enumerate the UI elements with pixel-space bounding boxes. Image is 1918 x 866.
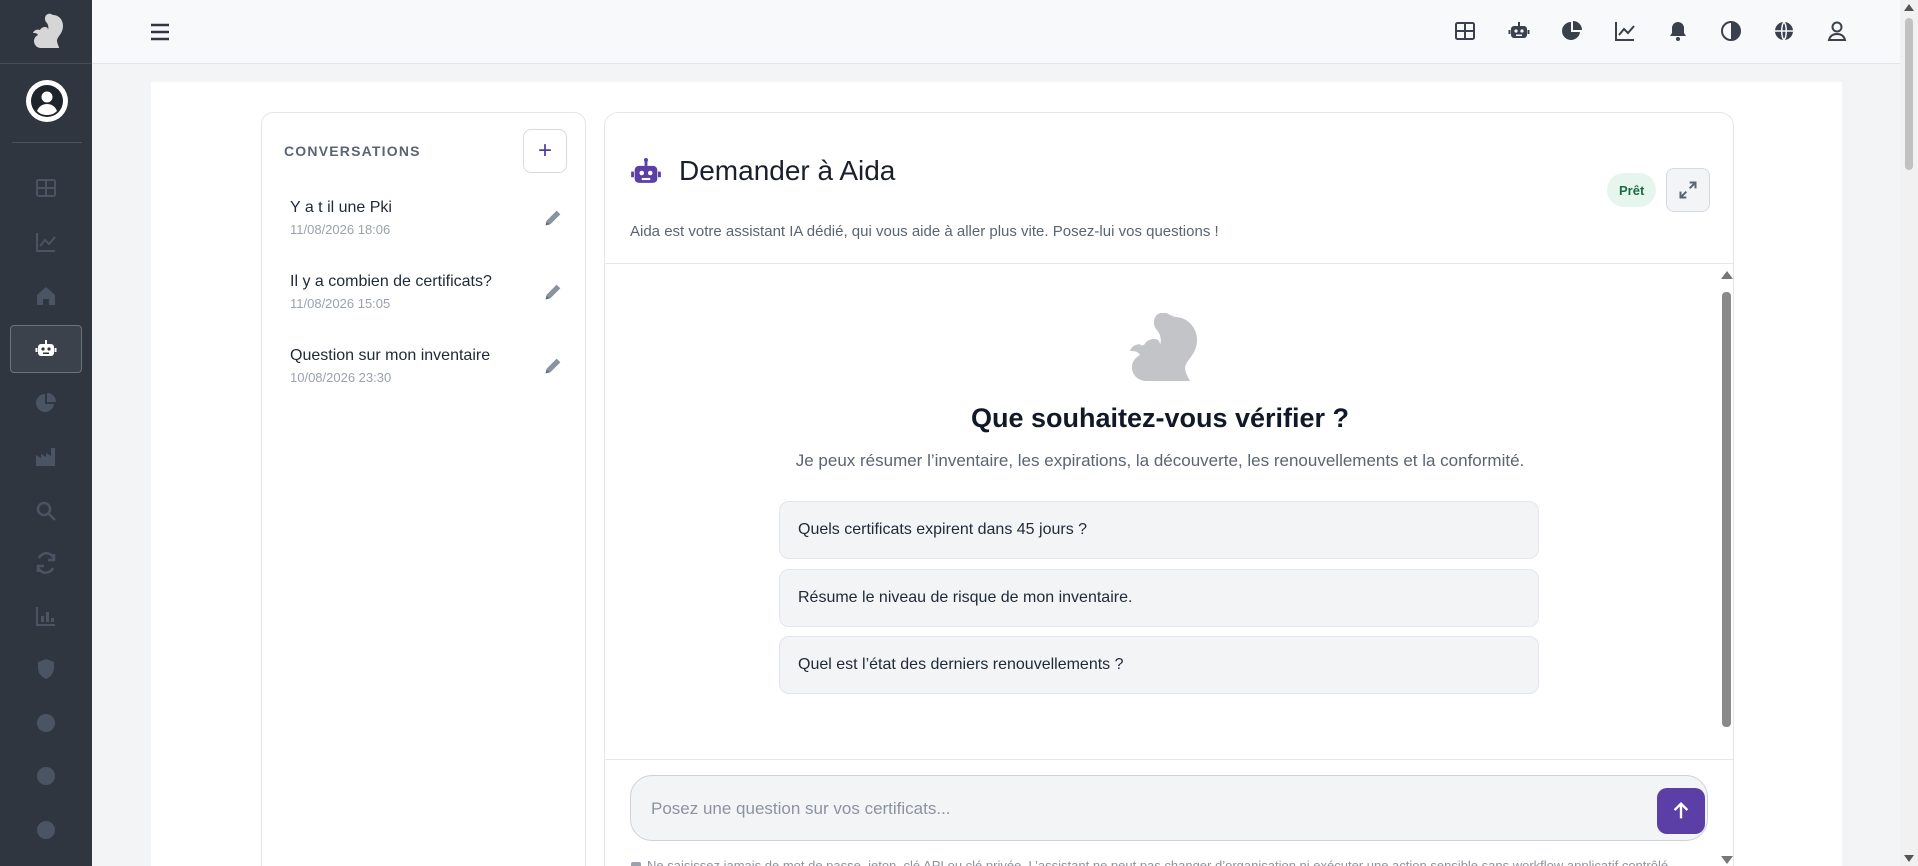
robot-icon: [629, 156, 663, 190]
circle-icon: [37, 821, 55, 839]
conversation-date: 10/08/2026 23:30: [290, 370, 392, 385]
topbar-assistant-button[interactable]: [1505, 17, 1533, 45]
sidebar-item-dashboard[interactable]: [10, 164, 82, 212]
hamburger-menu-icon[interactable]: [148, 20, 172, 44]
squirrel-logo-icon[interactable]: [26, 10, 68, 52]
topbar-reports-button[interactable]: [1558, 17, 1586, 45]
scroll-down-icon[interactable]: [1721, 856, 1733, 864]
sidebar-item-sync[interactable]: [10, 539, 82, 587]
chat-title: Demander à Aida: [679, 155, 896, 186]
expand-button[interactable]: [1666, 168, 1710, 212]
trend-chart-icon: [1615, 22, 1635, 41]
conversation-date: 11/08/2026 15:05: [290, 296, 391, 311]
robot-icon: [35, 340, 57, 356]
chat-header-divider: [605, 263, 1733, 264]
shield-icon: [38, 659, 54, 679]
home-icon: [37, 287, 55, 305]
sidebar-item-home[interactable]: [10, 272, 82, 320]
pie-chart-icon: [1562, 21, 1582, 40]
circle-icon: [37, 767, 55, 785]
chat-input-box: [630, 775, 1708, 841]
search-icon: [36, 501, 56, 521]
sidebar-top-divider: [0, 63, 92, 64]
topbar-dashboard-button[interactable]: [1451, 17, 1479, 45]
send-button[interactable]: [1657, 788, 1705, 834]
scrollbar-thumb[interactable]: [1905, 18, 1913, 170]
input-divider: [605, 759, 1733, 760]
status-badge: Prêt: [1607, 173, 1657, 207]
robot-icon: [1508, 22, 1530, 38]
sidebar-item-reports[interactable]: [10, 379, 82, 427]
sidebar: [0, 0, 92, 866]
suggestion-button[interactable]: Résume le niveau de risque de mon invent…: [779, 569, 1539, 627]
chat-subtitle: Aida est votre assistant IA dédié, qui v…: [630, 223, 1219, 240]
trend-chart-icon: [36, 233, 56, 252]
topbar: [92, 0, 1900, 64]
avatar[interactable]: [26, 80, 68, 122]
dashboard-icon: [36, 179, 56, 197]
conversations-panel: CONVERSATIONS + Y a t il une Pki 11/08/2…: [261, 112, 586, 866]
page-scrollbar[interactable]: [1900, 0, 1918, 866]
bar-chart-icon: [36, 607, 55, 626]
conversations-title: CONVERSATIONS: [284, 143, 421, 159]
circle-icon: [37, 714, 55, 732]
conversation-item[interactable]: Y a t il une Pki 11/08/2026 18:06: [290, 199, 570, 259]
sidebar-item-statistics[interactable]: [10, 592, 82, 640]
edit-pencil-icon[interactable]: [542, 281, 564, 303]
globe-icon: [1775, 21, 1793, 41]
new-conversation-button[interactable]: +: [523, 129, 567, 173]
sync-icon: [36, 552, 56, 574]
edit-pencil-icon[interactable]: [542, 355, 564, 377]
sidebar-item-trends[interactable]: [10, 218, 82, 266]
messages-scrollbar[interactable]: [1719, 267, 1733, 866]
scrollbar-thumb[interactable]: [1722, 292, 1731, 727]
topbar-notifications-button[interactable]: [1664, 17, 1692, 45]
edit-pencil-icon[interactable]: [542, 207, 564, 229]
pie-chart-icon: [36, 393, 56, 412]
sidebar-item-circle-2[interactable]: [10, 752, 82, 800]
empty-state-title: Que souhaitez-vous vérifier ?: [970, 403, 1350, 433]
sidebar-item-search[interactable]: [10, 487, 82, 535]
chat-panel: Demander à Aida Aida est votre assistant…: [604, 112, 1734, 866]
sidebar-item-circle-1[interactable]: [10, 699, 82, 747]
arrow-up-icon: [1673, 801, 1689, 819]
sidebar-divider: [12, 142, 82, 143]
sidebar-item-factory[interactable]: [10, 433, 82, 481]
disclaimer: Ne saisissez jamais de mot de passe, jet…: [631, 857, 1721, 866]
user-icon: [1827, 21, 1847, 41]
suggestion-button[interactable]: Quel est l’état des derniers renouvellem…: [779, 636, 1539, 694]
conversation-date: 11/08/2026 18:06: [290, 222, 391, 237]
topbar-theme-button[interactable]: [1717, 17, 1745, 45]
topbar-trends-button[interactable]: [1611, 17, 1639, 45]
expand-icon: [1679, 181, 1697, 199]
conversation-title: Il y a combien de certificats?: [290, 273, 492, 290]
scroll-up-icon[interactable]: [1721, 271, 1733, 279]
dashboard-icon: [1455, 22, 1475, 40]
disclaimer-text: Ne saisissez jamais de mot de passe, jet…: [647, 858, 1672, 866]
topbar-language-button[interactable]: [1770, 17, 1798, 45]
conversation-title: Y a t il une Pki: [290, 199, 392, 216]
chat-input[interactable]: [651, 796, 1631, 822]
suggestion-button[interactable]: Quels certificats expirent dans 45 jours…: [779, 501, 1539, 559]
scroll-up-icon[interactable]: [1904, 4, 1914, 11]
sidebar-item-security[interactable]: [10, 645, 82, 693]
empty-state-subtitle: Je peux résumer l’inventaire, les expira…: [795, 451, 1525, 470]
conversation-item[interactable]: Il y a combien de certificats? 11/08/202…: [290, 273, 570, 333]
lock-icon: [631, 861, 641, 866]
conversation-title: Question sur mon inventaire: [290, 347, 491, 364]
scroll-down-icon[interactable]: [1904, 855, 1914, 862]
sidebar-item-circle-3[interactable]: [10, 806, 82, 854]
sidebar-item-assistant[interactable]: [10, 325, 82, 373]
topbar-user-button[interactable]: [1823, 17, 1851, 45]
squirrel-logo-icon: [1119, 312, 1201, 383]
factory-icon: [36, 448, 55, 466]
conversation-item[interactable]: Question sur mon inventaire 10/08/2026 2…: [290, 347, 570, 407]
bell-icon: [1670, 22, 1686, 41]
contrast-icon: [1721, 21, 1741, 41]
